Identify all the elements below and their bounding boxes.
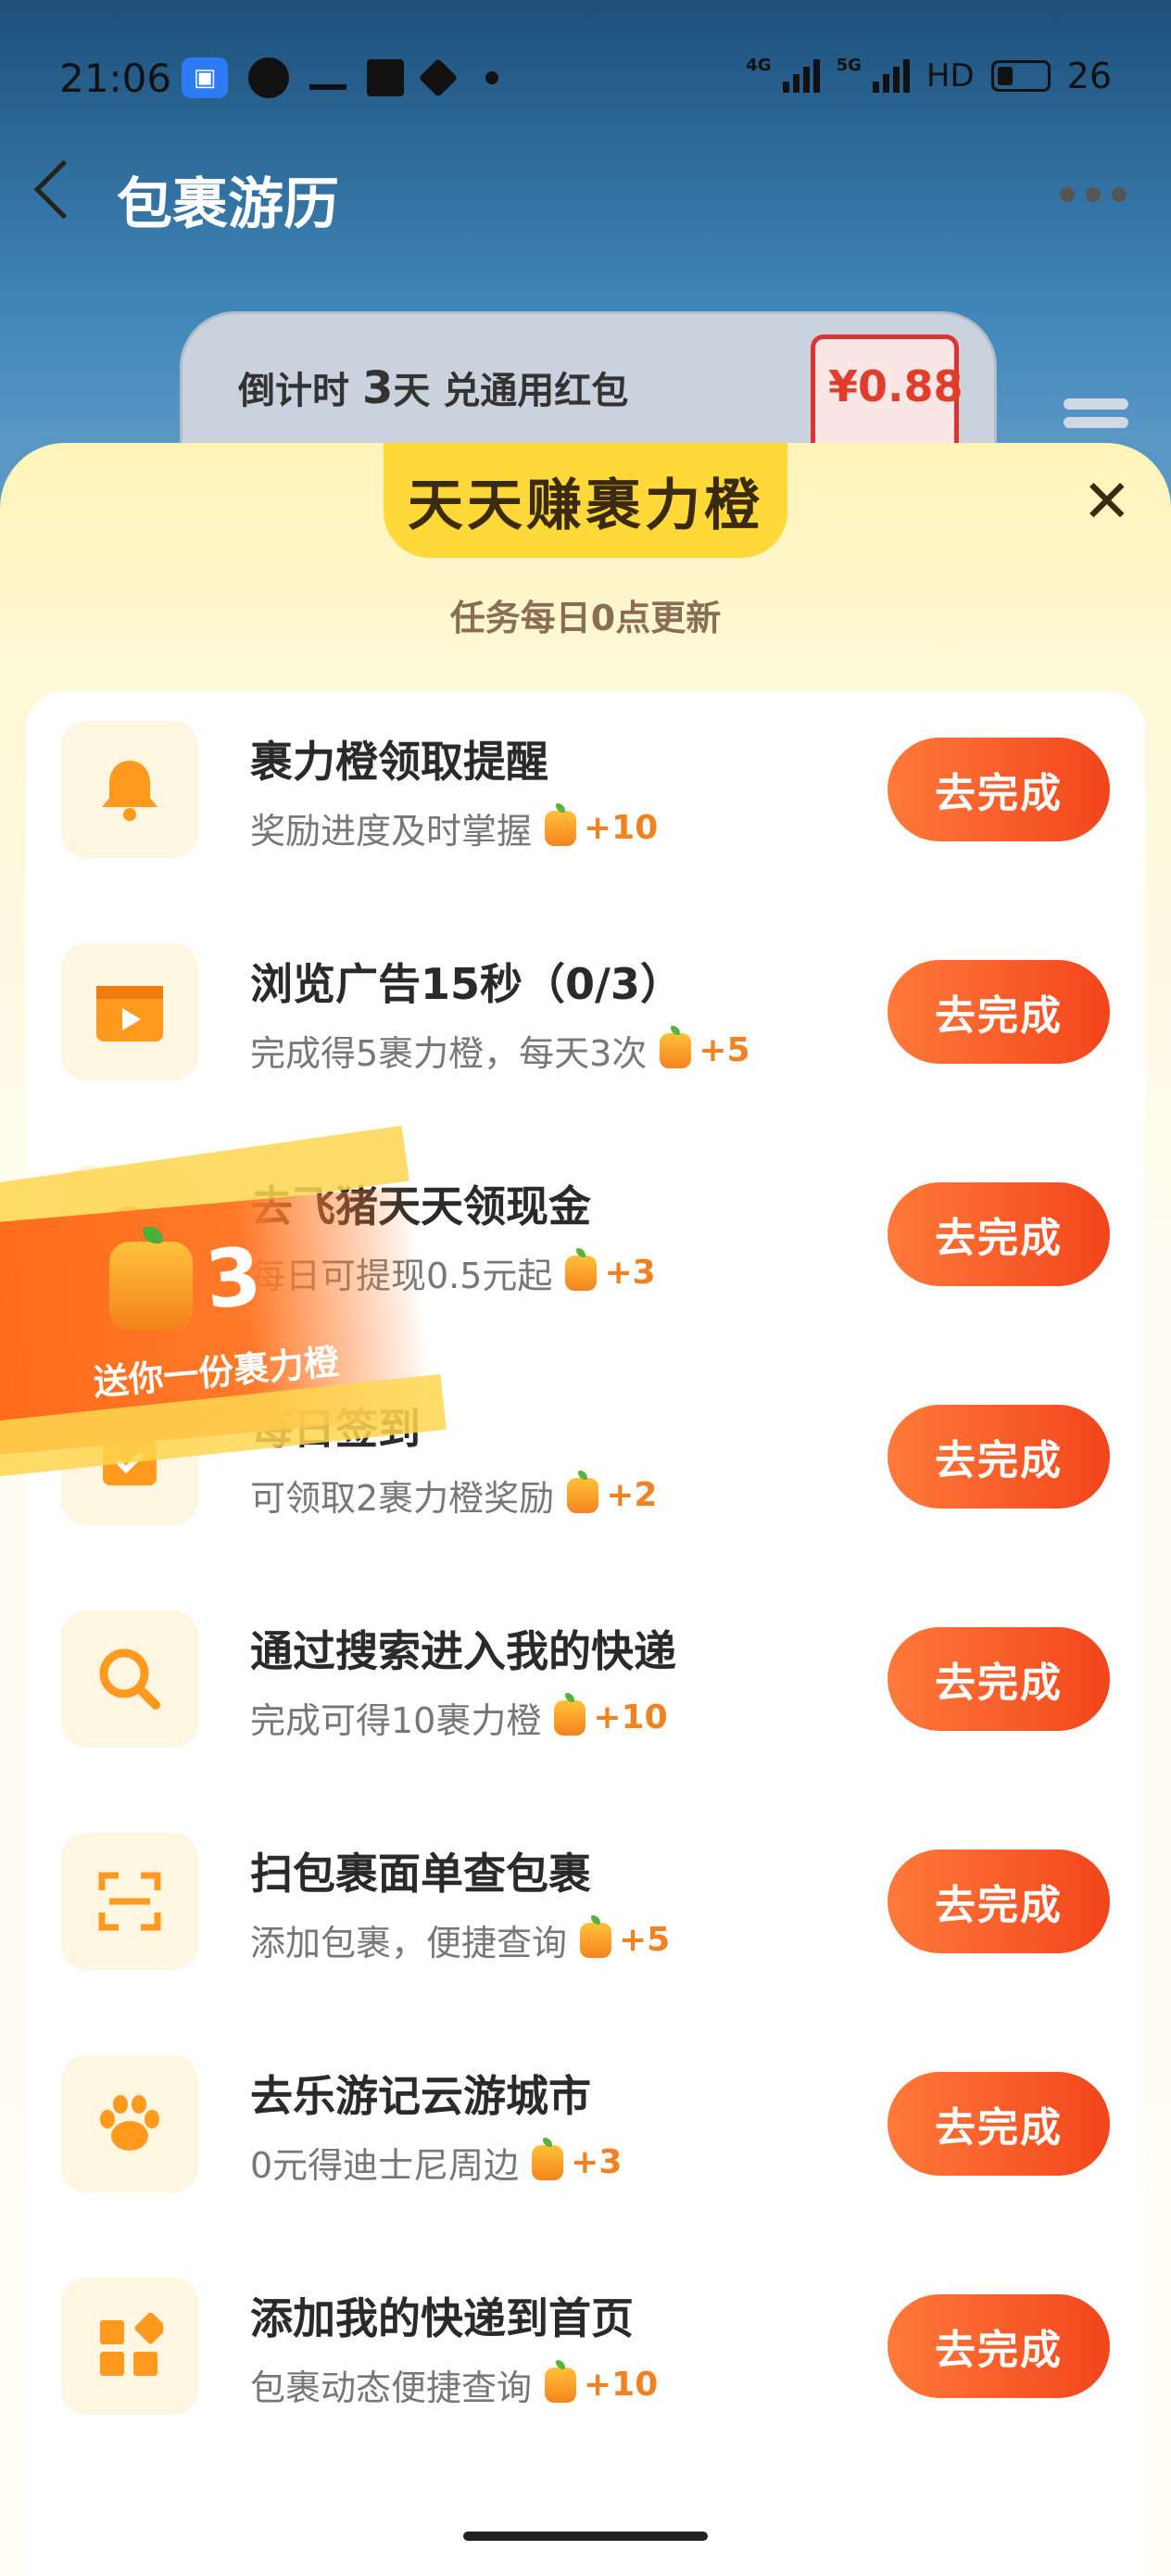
task-reward: +10: [584, 809, 659, 847]
missed-call-icon: [309, 66, 346, 90]
go-complete-button[interactable]: 去完成: [888, 1405, 1110, 1509]
task-row: 浏览广告15秒（0/3） 完成得5裹力橙，每天3次 +5 去完成: [26, 914, 1145, 1136]
hd-label: HD: [925, 57, 975, 95]
task-reward: +10: [593, 1698, 668, 1736]
task-desc: 奖励进度及时掌握 +10: [250, 802, 659, 852]
task-title: 扫包裹面单查包裹: [250, 1849, 591, 1899]
task-title: 去乐游记云游城市: [250, 2071, 591, 2121]
task-row: 裹力橙领取提醒 奖励进度及时掌握 +10 去完成: [26, 691, 1145, 914]
widgets-icon: [61, 2278, 198, 2415]
orange-icon: [565, 1247, 598, 1291]
search-icon: [61, 1610, 198, 1748]
task-title: 添加我的快递到首页: [250, 2293, 634, 2343]
orange-icon: [545, 2359, 577, 2403]
photo-notification-icon: [367, 59, 404, 96]
paw-icon: [61, 2055, 198, 2192]
task-desc: 0元得迪士尼周边 +3: [250, 2137, 623, 2186]
task-title: 浏览广告15秒（0/3）: [250, 959, 683, 1009]
layers-icon: [418, 57, 459, 98]
task-desc: 添加包裹，便捷查询 +5: [250, 1914, 671, 1964]
task-row: 添加我的快递到首页 包裹动态便捷查询 +10 去完成: [26, 2248, 1145, 2470]
go-complete-button[interactable]: 去完成: [888, 2072, 1110, 2176]
close-icon[interactable]: ✕: [1082, 473, 1132, 532]
task-sheet: 天天赚裹力橙 ✕ 任务每日0点更新 裹力橙领取提醒 奖励进度及时掌握 +10 去完…: [0, 443, 1171, 2576]
countdown-text: 倒计时 3天 兑通用红包: [238, 362, 629, 414]
go-complete-button[interactable]: 去完成: [888, 1182, 1110, 1286]
network-5g-label: 5G: [836, 56, 862, 75]
task-reward: +5: [619, 1921, 671, 1959]
nav-bar: 包裹游历: [0, 148, 1171, 241]
orange-icon: [532, 2137, 564, 2180]
go-complete-button[interactable]: 去完成: [888, 960, 1110, 1064]
task-row: 去乐游记云游城市 0元得迪士尼周边 +3 去完成: [26, 2026, 1145, 2248]
orange-icon: [545, 802, 577, 846]
go-complete-button[interactable]: 去完成: [888, 2294, 1110, 2398]
more-notifications-dot: [485, 71, 498, 84]
orange-icon: [554, 1692, 586, 1736]
task-desc: 完成得5裹力橙，每天3次 +5: [250, 1025, 750, 1074]
red-packet-amount: ¥0.88: [828, 361, 963, 411]
bell-icon: [61, 721, 198, 858]
task-row: 扫包裹面单查包裹 添加包裹，便捷查询 +5 去完成: [26, 1803, 1145, 2026]
signal-4g-icon: [782, 59, 820, 93]
go-complete-button[interactable]: 去完成: [888, 738, 1110, 841]
sheet-subtitle: 任务每日0点更新: [449, 598, 722, 638]
task-title: 通过搜索进入我的快递: [250, 1626, 676, 1676]
status-bar: 21:06 ▣ 4G 5G HD 26: [0, 0, 1171, 158]
scan-icon: [61, 1833, 198, 1970]
task-reward: +3: [604, 1254, 656, 1292]
task-desc: 完成可得10裹力橙 +10: [250, 1692, 668, 1741]
red-packet-ticket: ¥0.88: [811, 335, 963, 455]
task-desc: 包裹动态便捷查询 +10: [250, 2359, 659, 2408]
task-row: 通过搜索进入我的快递 完成可得10裹力橙 +10 去完成: [26, 1581, 1145, 1803]
reward-banner: 3 送你一份裹力橙: [0, 1121, 463, 1492]
task-reward: +3: [571, 2143, 623, 2181]
chat-notification-icon: [248, 57, 289, 98]
task-reward: +10: [584, 2366, 659, 2404]
app-notification-icon: ▣: [182, 57, 228, 98]
status-right: 4G 5G HD 26: [746, 56, 1112, 96]
home-indicator[interactable]: [463, 2532, 708, 2541]
orange-icon: [567, 1470, 599, 1513]
signal-5g-icon: [872, 59, 910, 93]
sheet-title: 天天赚裹力橙: [384, 443, 787, 558]
battery-icon: [990, 60, 1051, 92]
go-complete-button[interactable]: 去完成: [888, 1850, 1110, 1953]
battery-level: 26: [1066, 56, 1112, 96]
page-title: 包裹游历: [117, 172, 339, 237]
orange-icon: [580, 1914, 612, 1958]
status-time: 21:06: [59, 56, 172, 101]
task-title: 裹力橙领取提醒: [250, 737, 548, 787]
orange-icon: [660, 1025, 692, 1068]
back-arrow-icon[interactable]: [33, 159, 94, 220]
task-reward: +2: [606, 1476, 658, 1514]
go-complete-button[interactable]: 去完成: [888, 1627, 1110, 1731]
network-4g-label: 4G: [746, 56, 772, 75]
orange-icon: [109, 1227, 193, 1331]
notification-icons: ▣: [182, 57, 498, 98]
task-list: 裹力橙领取提醒 奖励进度及时掌握 +10 去完成 浏览广告15秒（0/3） 完成得…: [26, 691, 1145, 2576]
more-options-icon[interactable]: [1060, 187, 1127, 202]
banner-count: 3: [201, 1230, 266, 1328]
video-icon: [61, 943, 198, 1080]
task-reward: +5: [699, 1031, 750, 1069]
